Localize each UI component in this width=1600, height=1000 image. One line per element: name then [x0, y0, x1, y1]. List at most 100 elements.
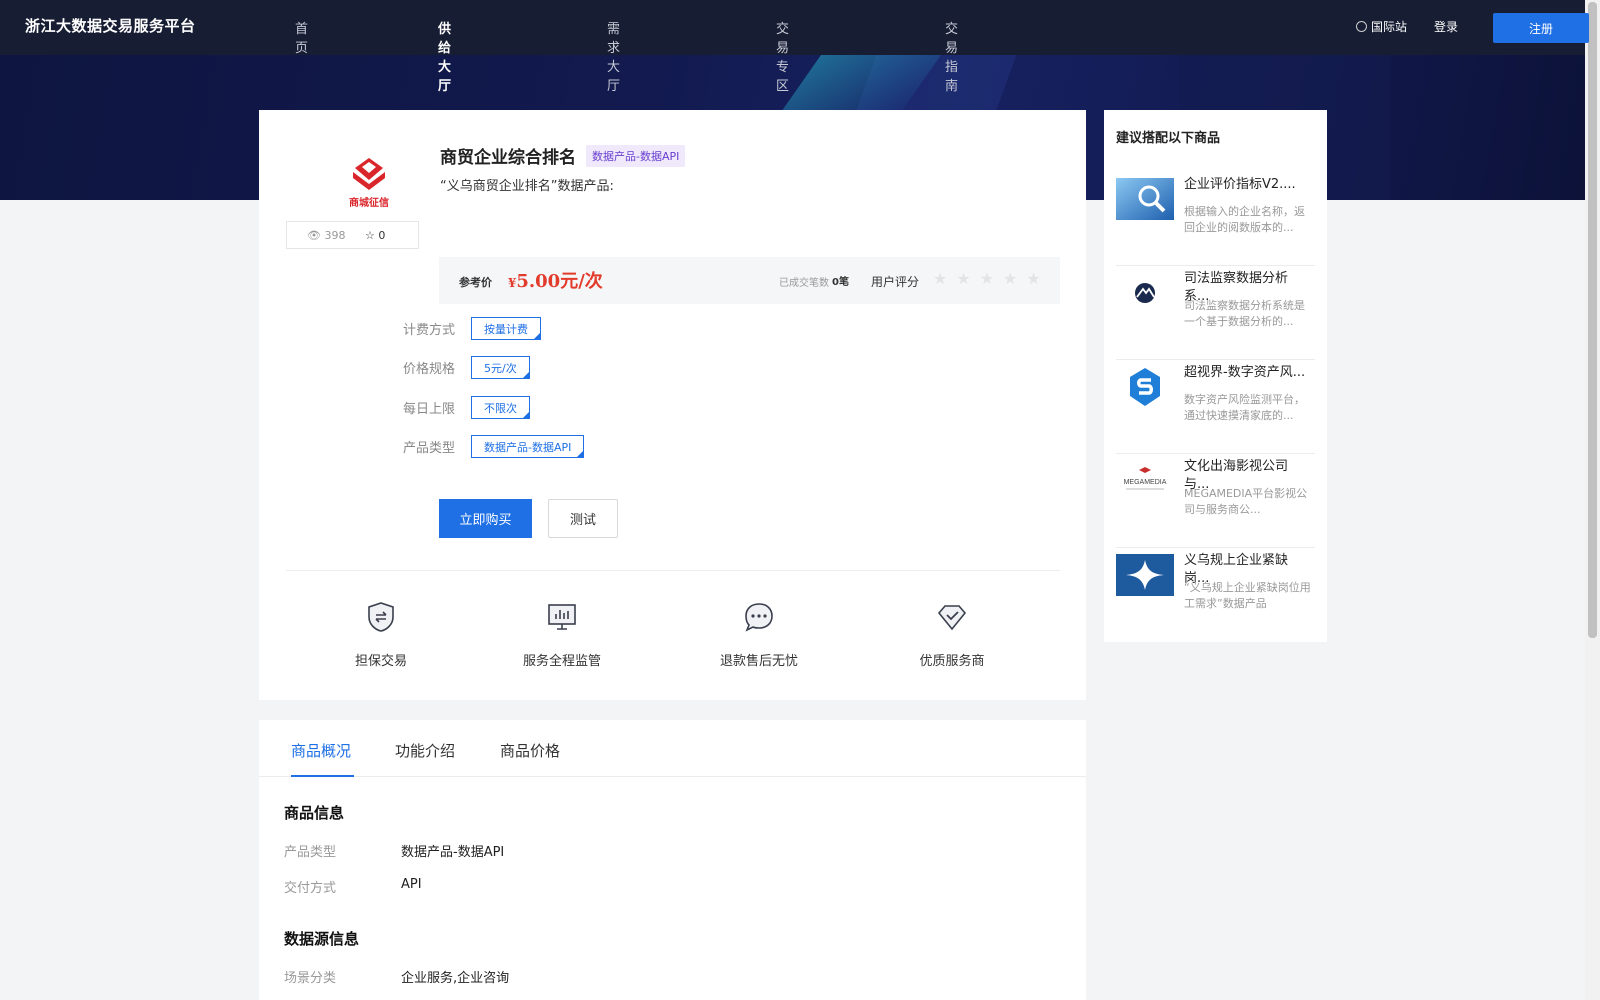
product-description: “义乌商贸企业排名”数据产品:	[440, 179, 614, 194]
section-title-product-info: 商品信息	[284, 804, 345, 822]
spec-option-chip[interactable]: 数据产品-数据API	[471, 435, 585, 458]
recommendation-item[interactable]: 超视界-数字资产风... 数字资产风险监测平台，通过快速摸清家底的...	[1116, 358, 1315, 454]
tab-pricing[interactable]: 商品价格	[500, 740, 560, 761]
spec-daily-limit: 每日上限 不限次	[403, 396, 530, 419]
star-icon: ★	[933, 269, 948, 288]
product-title-row: 商贸企业综合排名 数据产品-数据API	[440, 143, 686, 168]
login-link[interactable]: 登录	[1434, 18, 1458, 35]
recommendation-item[interactable]: 企业评价指标V2.... 根据输入的企业名称，返回企业的阅数版本的...	[1116, 170, 1315, 266]
recommendation-desc: 司法监察数据分析系统是一个基于数据分析的...	[1184, 299, 1305, 328]
divider	[286, 570, 1060, 571]
test-button[interactable]: 测试	[548, 499, 618, 538]
price-value: ¥5.00元/次	[508, 267, 603, 293]
recommendation-title: 企业评价指标V2....	[1184, 177, 1296, 192]
star-icon: ★	[979, 269, 995, 288]
international-site-link[interactable]: 国际站	[1356, 18, 1407, 35]
recommendation-desc: “义乌规上企业紧缺岗位用工需求”数据产品	[1184, 581, 1311, 610]
deals-label: 已成交笔数	[779, 278, 829, 289]
spec-label: 计费方式	[403, 323, 456, 338]
info-row-delivery-method: 交付方式 API	[284, 877, 422, 896]
info-row-scene-category: 场景分类 企业服务,企业咨询	[284, 967, 509, 986]
rating-stars: ★ ★ ★ ★ ★	[933, 269, 1041, 288]
price-label: 参考价	[459, 276, 492, 289]
top-navigation-bar: 浙江大数据交易服务平台 首页 供给大厅 需求大厅 交易专区 交易指南 国际站 登…	[0, 0, 1589, 94]
info-key: 场景分类	[284, 971, 337, 986]
favorite-count-value: 0	[378, 229, 386, 242]
tab-features[interactable]: 功能介绍	[395, 740, 455, 761]
tab-overview[interactable]: 商品概况	[291, 740, 351, 761]
favorite-count[interactable]: ☆ 0	[365, 229, 385, 242]
nav-item-trade-guide[interactable]: 交易指南	[945, 18, 958, 94]
spec-option-chip[interactable]: 5元/次	[471, 356, 530, 379]
nav-item-trade-zone[interactable]: 交易专区	[776, 18, 789, 94]
spec-option-chip[interactable]: 不限次	[471, 396, 530, 419]
nav-item-demand-hall[interactable]: 需求大厅	[607, 18, 620, 94]
feature-label: 担保交易	[354, 654, 407, 669]
page-scrollbar[interactable]	[1585, 0, 1600, 1000]
feature-guaranteed-trade: 担保交易	[321, 600, 441, 669]
recommendation-sidebar: 建议搭配以下商品 企业评价指标V2.... 根据输入的企业名称，返回企业的阅数版…	[1104, 110, 1327, 642]
product-title: 商贸企业综合排名	[440, 148, 576, 168]
feature-label: 退款售后无忧	[719, 654, 798, 669]
product-type-badge: 数据产品-数据API	[586, 144, 686, 167]
shangcheng-credit-logo: 商城征信	[349, 158, 389, 209]
feature-full-supervision: 服务全程监管	[502, 600, 622, 669]
recommendation-title: 超视界-数字资产风...	[1184, 365, 1306, 380]
info-key: 交付方式	[284, 881, 337, 896]
recommendation-desc: 数字资产风险监测平台，通过快速摸清家底的...	[1184, 393, 1305, 422]
feature-quality-provider: 优质服务商	[892, 600, 1012, 669]
product-logo-text: 商城征信	[349, 196, 389, 209]
nav-item-home[interactable]: 首页	[295, 18, 308, 56]
spec-label: 每日上限	[403, 402, 456, 417]
feature-label: 服务全程监管	[522, 654, 601, 669]
price-panel: 参考价 ¥5.00元/次 已成交笔数 0笔 用户评分 ★ ★ ★ ★ ★	[439, 257, 1060, 304]
recommendation-desc: 根据输入的企业名称，返回企业的阅数版本的...	[1184, 205, 1305, 234]
star-icon: ★	[956, 269, 971, 288]
diamond-check-icon	[937, 605, 967, 631]
rating-label: 用户评分	[871, 275, 920, 289]
star-icon: ★	[1026, 269, 1041, 288]
view-count-value: 398	[324, 229, 346, 242]
recommendation-item[interactable]: 司法监察数据分析系... 司法监察数据分析系统是一个基于数据分析的...	[1116, 264, 1315, 360]
register-button[interactable]: 注册	[1493, 13, 1589, 43]
magnifier-data-image	[1116, 178, 1174, 220]
deals-value: 0笔	[832, 277, 849, 288]
info-key: 产品类型	[284, 845, 337, 860]
price-amount: 5.00元/次	[516, 271, 603, 292]
buy-now-button[interactable]: 立即购买	[439, 499, 532, 538]
spec-label: 价格规格	[403, 362, 456, 377]
spec-billing-method: 计费方式 按量计费	[403, 317, 541, 340]
recommendation-item[interactable]: MEGAMEDIA 文化出海影视公司与... MEGAMEDIA平台影视公司与服…	[1116, 452, 1315, 548]
shield-exchange-icon	[368, 602, 394, 632]
detail-tabs: 商品概况 功能介绍 商品价格	[259, 720, 1086, 777]
info-value: 数据产品-数据API	[401, 845, 505, 860]
site-logo[interactable]: 浙江大数据交易服务平台	[25, 15, 196, 36]
spec-label: 产品类型	[403, 441, 456, 456]
spec-price-spec: 价格规格 5元/次	[403, 356, 530, 379]
shield-s-logo-image	[1116, 366, 1174, 408]
megamedia-logo-image: MEGAMEDIA	[1116, 460, 1174, 502]
feature-label: 优质服务商	[919, 654, 985, 669]
product-card: 商城征信 👁 398 ☆ 0 商贸企业综合排名 数据产品-数据API “义乌商贸…	[259, 110, 1086, 700]
international-site-label: 国际站	[1371, 20, 1408, 34]
product-stats: 👁 398 ☆ 0	[286, 221, 419, 249]
section-title-data-source: 数据源信息	[284, 930, 360, 948]
view-count: 👁 398	[307, 229, 346, 242]
spec-option-chip[interactable]: 按量计费	[471, 317, 541, 340]
nav-item-supply-hall[interactable]: 供给大厅	[438, 18, 451, 94]
feature-refund-worry-free: 退款售后无忧	[699, 600, 819, 669]
product-detail-panel: 商品概况 功能介绍 商品价格 商品信息 产品类型 数据产品-数据API 交付方式…	[259, 720, 1086, 1000]
blue-star-logo-image	[1116, 554, 1174, 596]
recommendation-item[interactable]: 义乌规上企业紧缺岗... “义乌规上企业紧缺岗位用工需求”数据产品	[1116, 546, 1315, 642]
monitor-chart-icon	[548, 604, 576, 630]
recommendation-desc: MEGAMEDIA平台影视公司与服务商公...	[1184, 487, 1308, 516]
star-icon: ★	[1003, 269, 1018, 288]
info-value: 企业服务,企业咨询	[401, 971, 510, 986]
sidebar-title: 建议搭配以下商品	[1116, 131, 1221, 146]
active-tab-indicator	[291, 775, 354, 777]
megamedia-logo-text: MEGAMEDIA	[1124, 479, 1167, 486]
scrollbar-thumb[interactable]	[1588, 2, 1597, 638]
mountain-logo-image	[1116, 272, 1174, 314]
chat-bubble-icon	[745, 603, 773, 632]
info-value: API	[401, 877, 422, 892]
